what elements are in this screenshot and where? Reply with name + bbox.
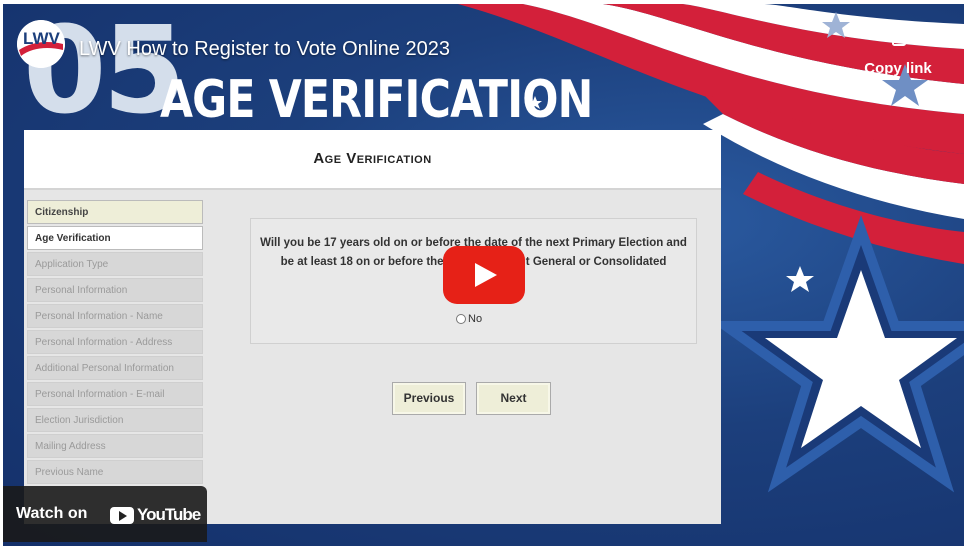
- video-player[interactable]: 05 AGE VERIFICATION Age Verification Cit…: [3, 4, 964, 546]
- form-header: Age Verification: [24, 130, 721, 190]
- steps-sidebar: Citizenship Age Verification Application…: [27, 200, 203, 486]
- sidebar-item-previous-name: Previous Name: [27, 460, 203, 484]
- play-button[interactable]: [443, 246, 525, 304]
- sidebar-item-personal-address: Personal Information - Address: [27, 330, 203, 354]
- previous-button[interactable]: Previous: [392, 382, 466, 415]
- youtube-logo-icon: [110, 507, 134, 524]
- sidebar-item-citizenship[interactable]: Citizenship: [27, 200, 203, 224]
- sidebar-item-personal-email: Personal Information - E-mail: [27, 382, 203, 406]
- sidebar-item-personal-information: Personal Information: [27, 278, 203, 302]
- sidebar-item-age-verification[interactable]: Age Verification: [27, 226, 203, 250]
- youtube-wordmark: YouTube: [137, 505, 201, 524]
- copy-link-label: Copy link: [864, 60, 932, 77]
- svg-text:LWV: LWV: [23, 29, 60, 48]
- sidebar-item-application-type: Application Type: [27, 252, 203, 276]
- sidebar-item-election-jurisdiction: Election Jurisdiction: [27, 408, 203, 432]
- sidebar-item-personal-name: Personal Information - Name: [27, 304, 203, 328]
- sidebar-item-mailing-address: Mailing Address: [27, 434, 203, 458]
- slide-heading: AGE VERIFICATION: [160, 70, 593, 130]
- question-line-2b: t General or Consolidated: [525, 256, 667, 268]
- copy-link-button[interactable]: Copy link: [858, 24, 938, 77]
- channel-logo[interactable]: LWV: [17, 20, 65, 68]
- watch-on-label: Watch on: [16, 505, 88, 522]
- radio-no[interactable]: No: [456, 313, 482, 325]
- question-line-2: be at least 18 on or before the d: [280, 256, 454, 268]
- video-title[interactable]: LWV How to Register to Vote Online 2023: [79, 38, 450, 61]
- copy-icon: [889, 26, 906, 46]
- sidebar-item-additional-info: Additional Personal Information: [27, 356, 203, 380]
- radio-no-circle[interactable]: [456, 314, 466, 325]
- form-title: Age Verification: [313, 150, 432, 167]
- next-button[interactable]: Next: [476, 382, 551, 415]
- radio-no-label: No: [468, 313, 483, 325]
- lwv-logo-icon: LWV: [17, 20, 65, 68]
- form-panel: Age Verification Citizenship Age Verific…: [24, 130, 721, 524]
- watch-on-youtube-button[interactable]: Watch on YouTube: [3, 486, 207, 542]
